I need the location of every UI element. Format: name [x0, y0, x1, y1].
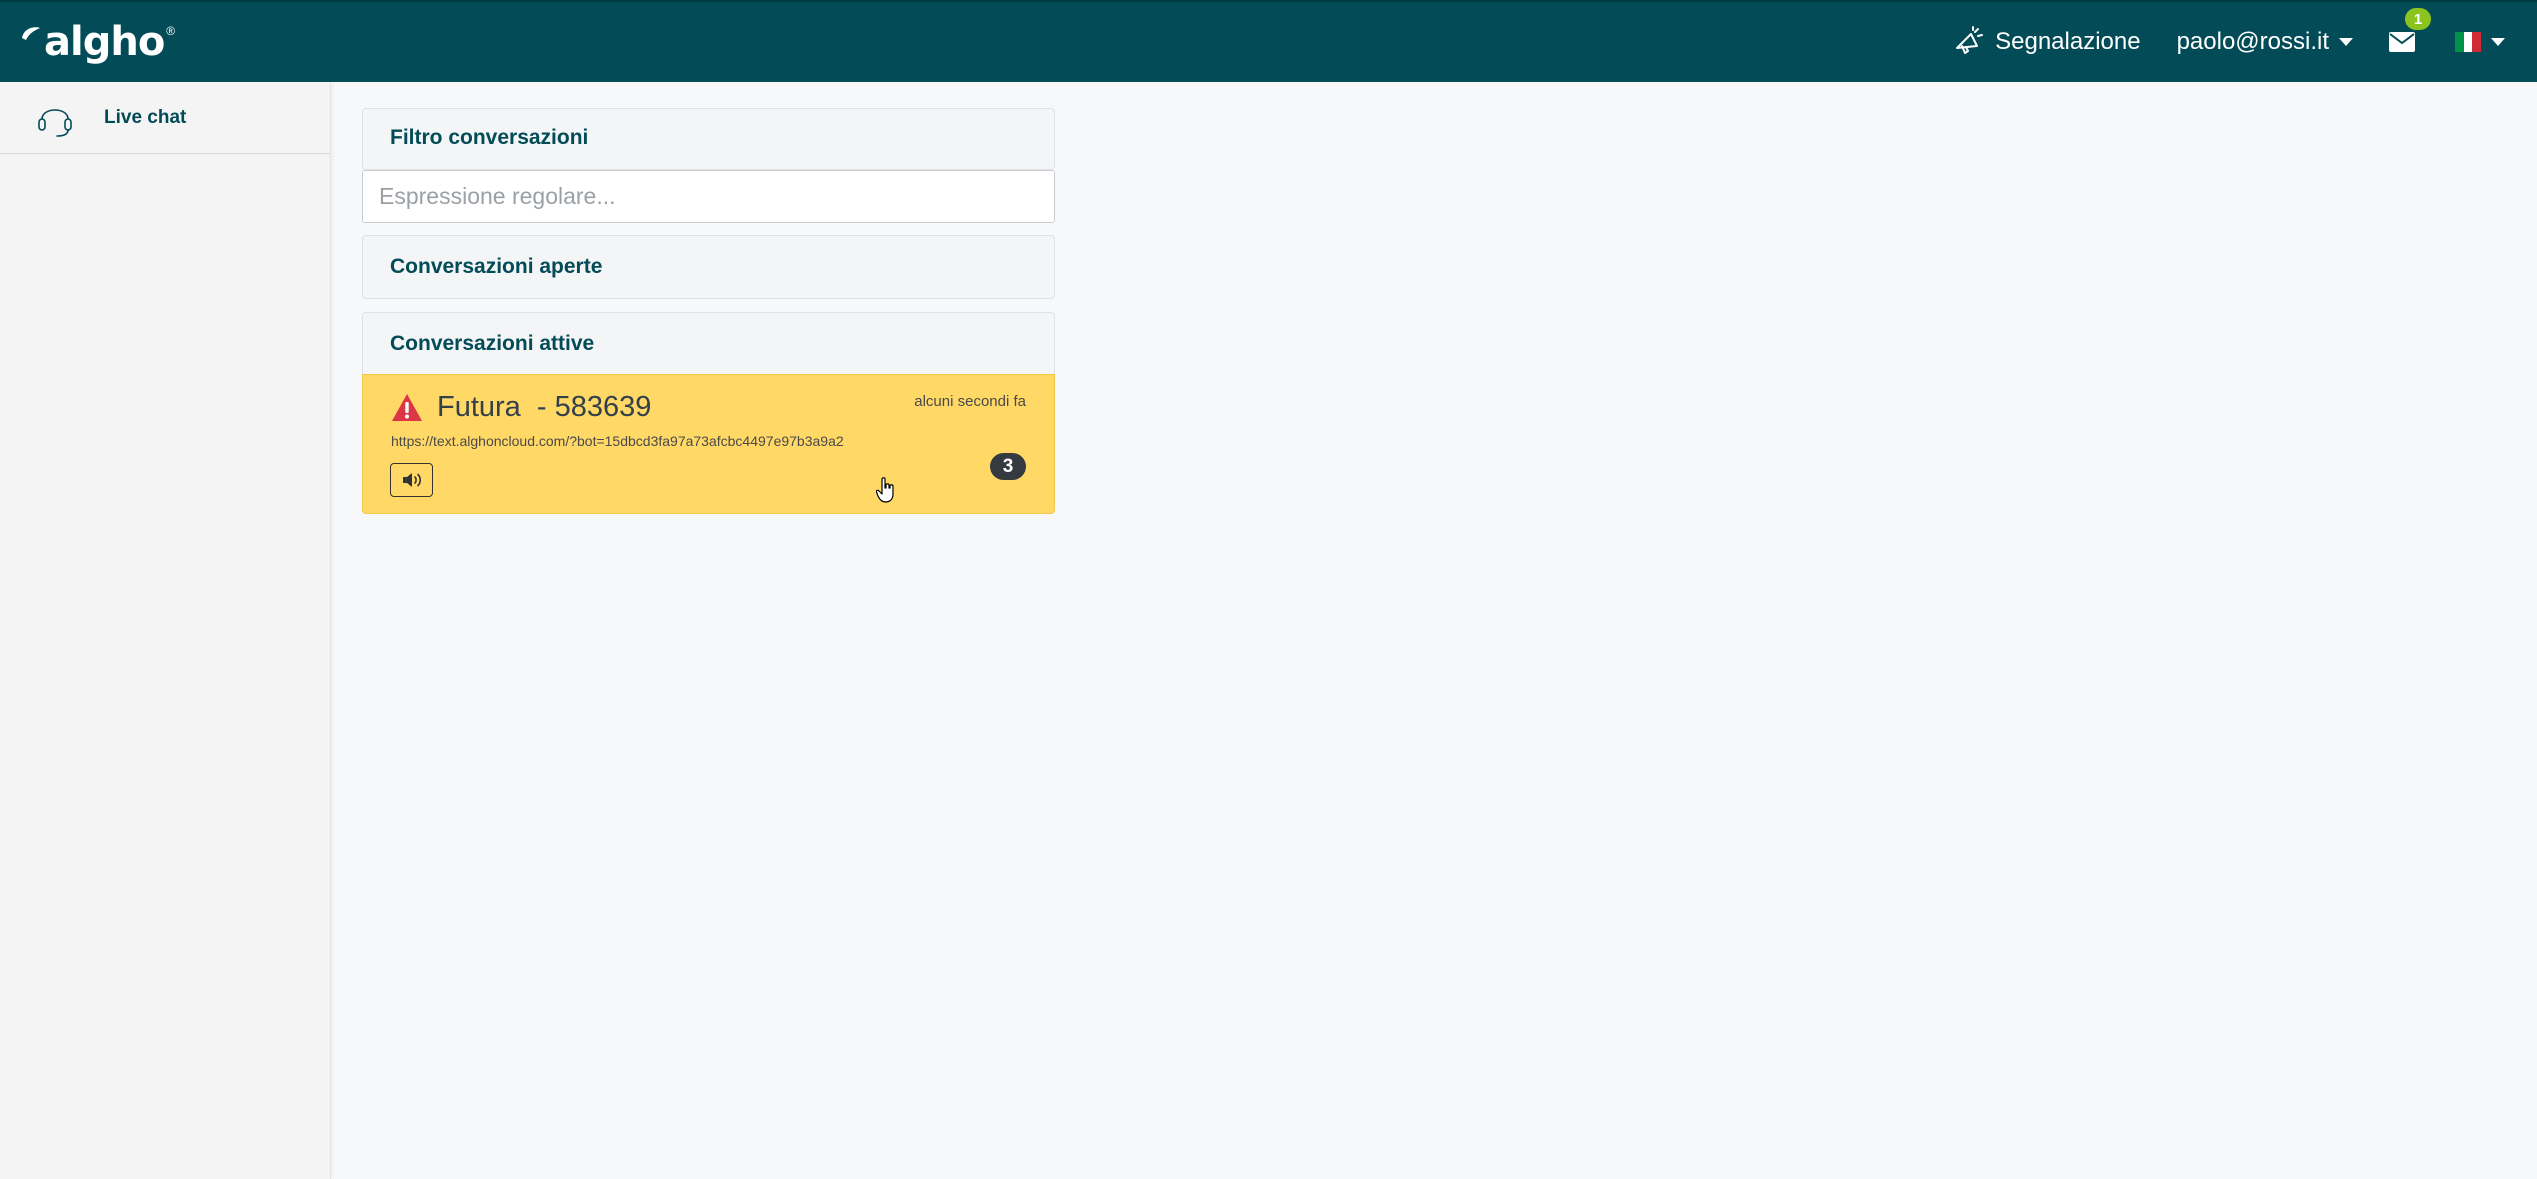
leaf-icon: [22, 27, 40, 40]
logo-registered-mark: ®: [166, 24, 176, 38]
sidebar: Live chat: [0, 82, 331, 1179]
chevron-down-icon: [2491, 38, 2505, 46]
italian-flag-icon: [2455, 32, 2482, 52]
conversation-url: https://text.alghoncloud.com/?bot=15dbcd…: [391, 433, 844, 449]
top-navbar: algho ® Segnalazione paolo@rossi.it 1: [0, 0, 2537, 82]
megaphone-icon: [1956, 26, 1984, 54]
active-conversations-panel[interactable]: Conversazioni attive: [362, 312, 1055, 374]
hand-cursor-icon: [876, 477, 894, 503]
volume-icon: [402, 473, 421, 487]
headset-icon: [38, 108, 72, 137]
language-dropdown[interactable]: [2455, 32, 2505, 52]
active-conversations-title: Conversazioni attive: [390, 332, 595, 355]
user-menu-dropdown[interactable]: paolo@rossi.it: [2177, 28, 2353, 56]
sidebar-item-label: Live chat: [104, 106, 187, 128]
filter-panel-title: Filtro conversazioni: [390, 126, 589, 149]
open-conversations-title: Conversazioni aperte: [390, 255, 603, 278]
report-label: Segnalazione: [1995, 28, 2141, 55]
user-email: paolo@rossi.it: [2176, 28, 2329, 55]
logo-text: algho: [44, 19, 165, 65]
sound-toggle-button[interactable]: [390, 463, 433, 497]
conversation-title: Futura - 583639: [391, 391, 651, 424]
messages-count-badge: 1: [2405, 8, 2431, 30]
report-button[interactable]: Segnalazione: [1953, 26, 2141, 58]
conversation-name: Futura - 583639: [437, 391, 652, 423]
regex-filter-input[interactable]: [362, 170, 1055, 223]
messages-button[interactable]: 1: [2389, 8, 2431, 52]
conversation-item[interactable]: Futura - 583639 alcuni secondi fa https:…: [362, 374, 1055, 514]
warning-icon: [392, 393, 422, 421]
unread-count-badge: 3: [990, 453, 1026, 480]
open-conversations-panel[interactable]: Conversazioni aperte: [362, 235, 1055, 299]
envelope-icon: [2389, 32, 2415, 52]
sidebar-item-live-chat[interactable]: Live chat: [0, 82, 330, 154]
chevron-down-icon: [2339, 38, 2353, 46]
algho-logo[interactable]: algho ®: [20, 16, 175, 68]
conversation-timestamp: alcuni secondi fa: [914, 393, 1026, 410]
navbar-right: Segnalazione paolo@rossi.it 1: [1953, 2, 2537, 82]
filter-panel: Filtro conversazioni: [362, 108, 1055, 170]
